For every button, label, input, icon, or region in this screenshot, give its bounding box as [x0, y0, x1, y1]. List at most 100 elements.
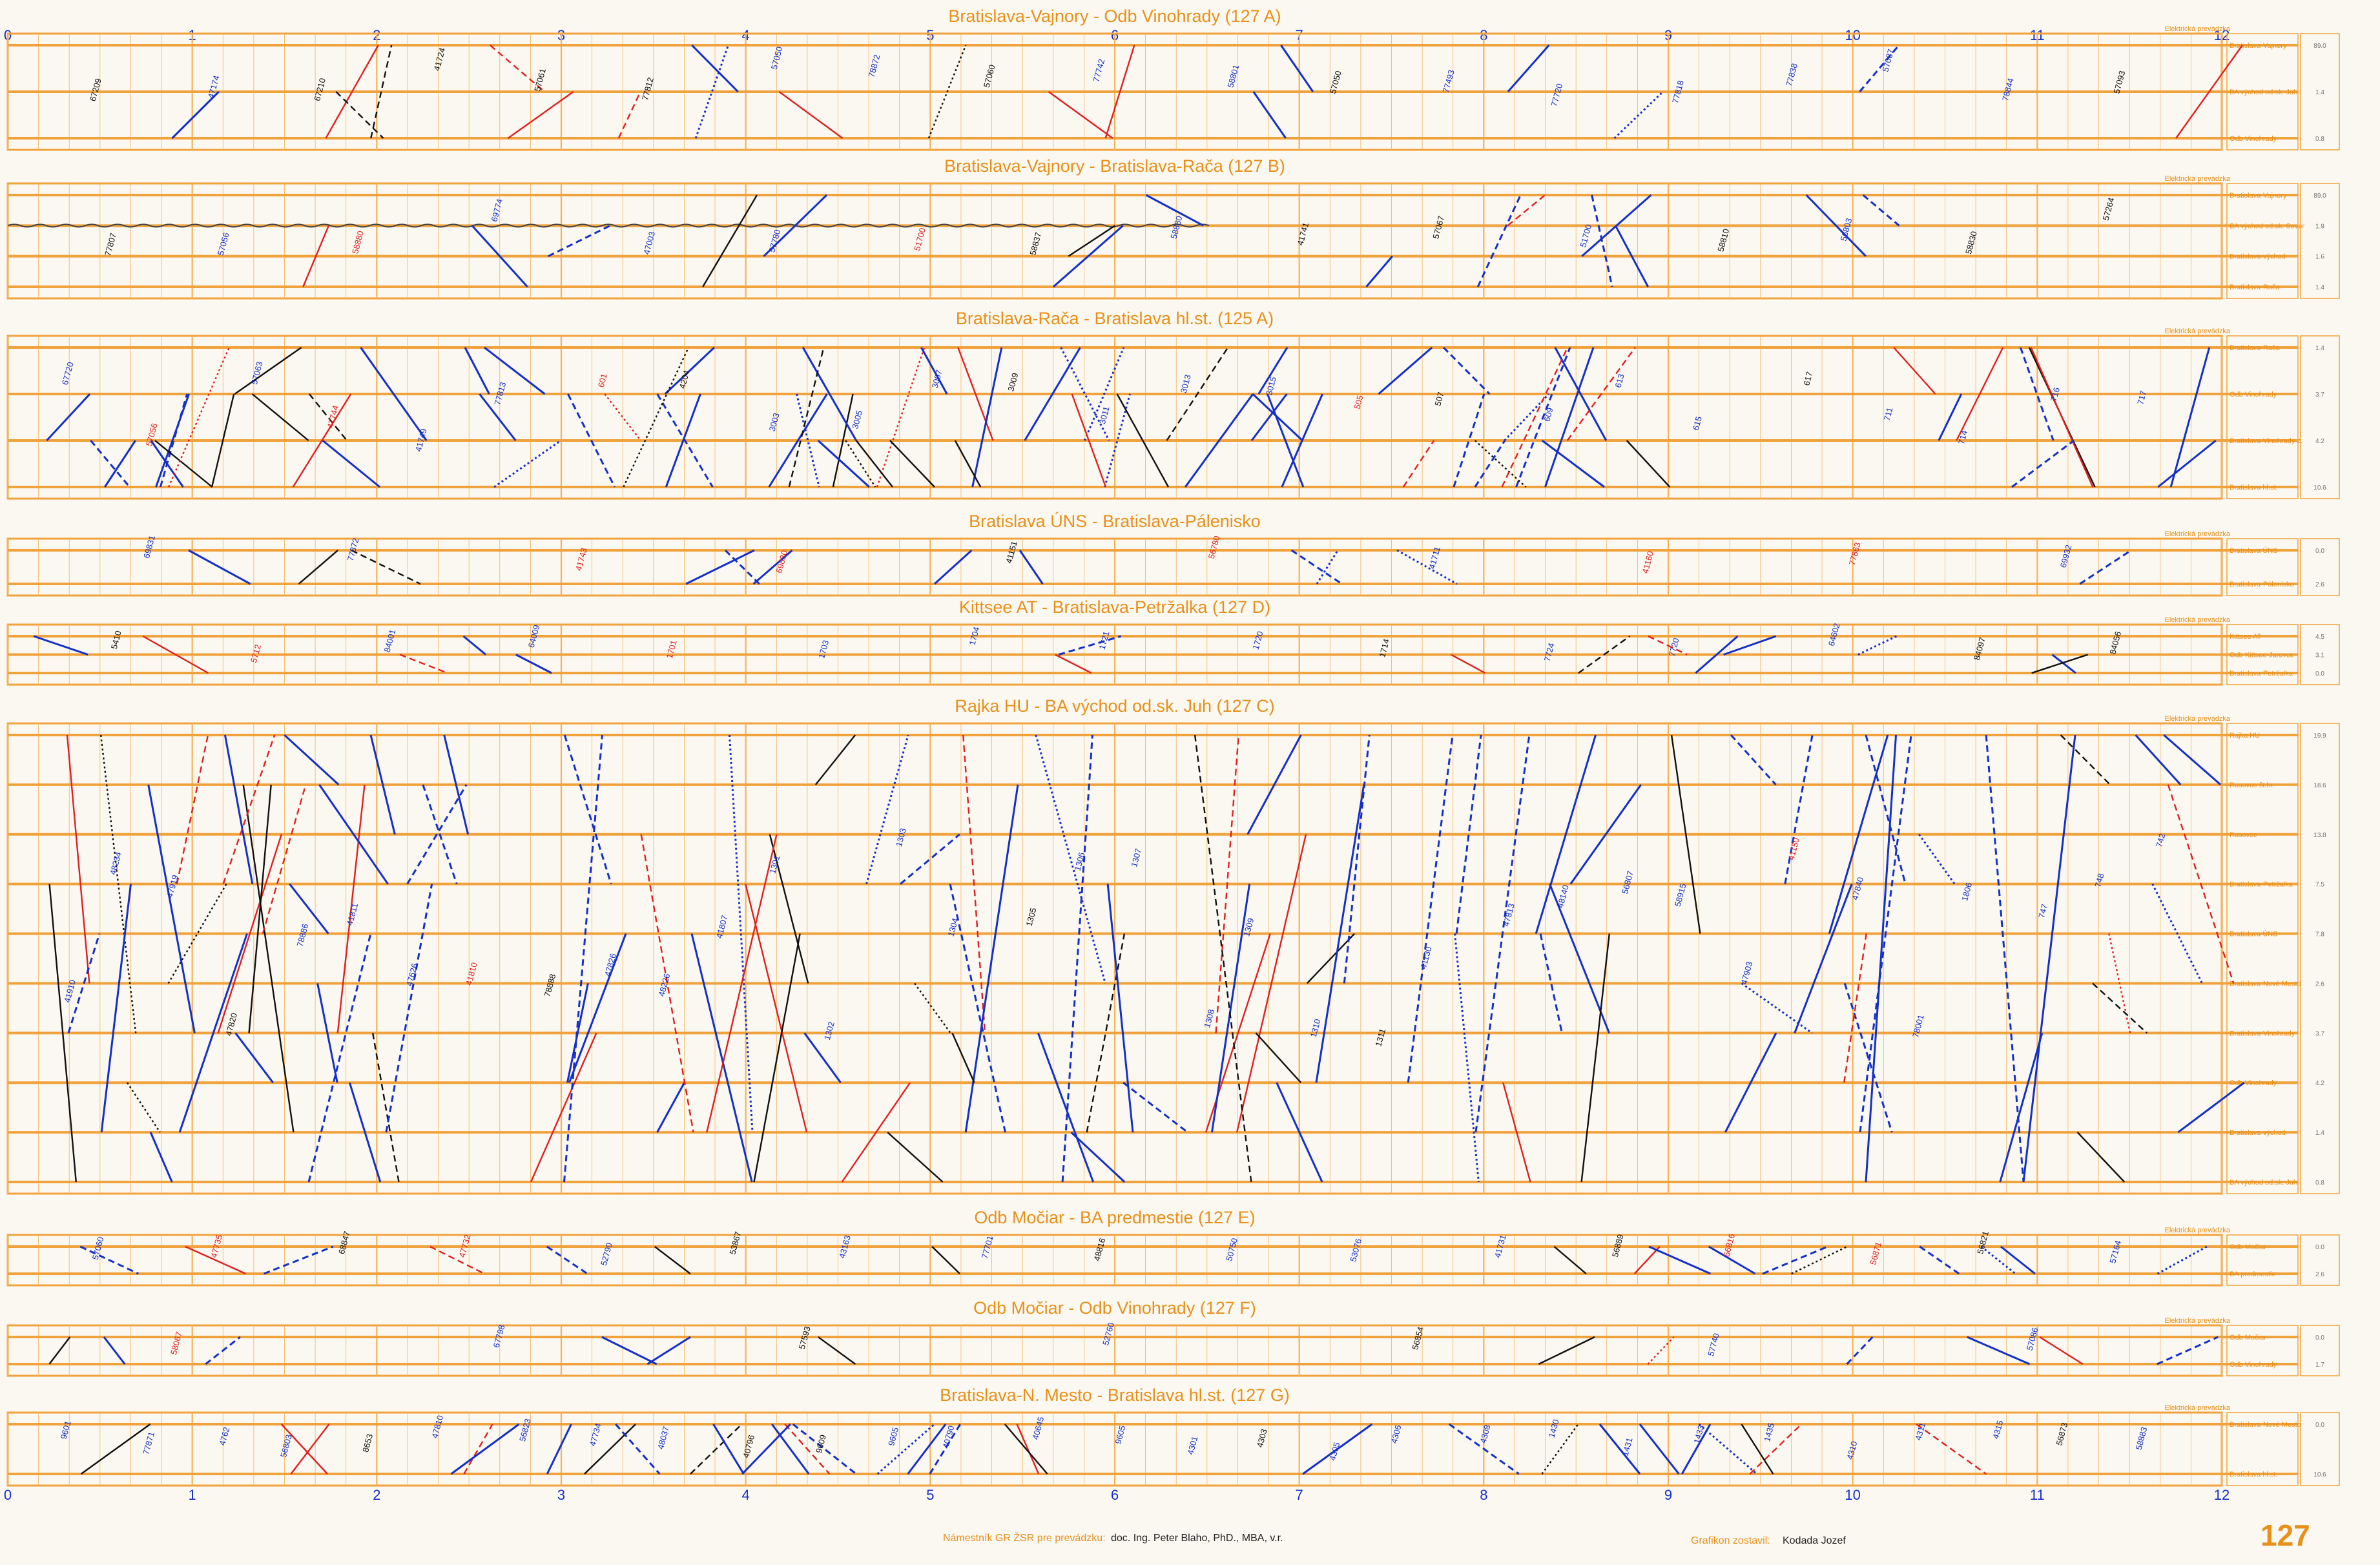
station-name: Rusovce št.hr. — [2230, 782, 2275, 789]
station-km: 1.7 — [2315, 1362, 2324, 1369]
train-path — [1474, 440, 1506, 488]
train-number: 4301 — [1185, 1435, 1199, 1456]
train-number: 58915 — [1673, 882, 1688, 907]
train-path — [1938, 393, 1963, 441]
train-path — [1541, 439, 1605, 488]
electric-label: Elektrická prevádzka — [2165, 175, 2231, 183]
train-path — [2000, 1245, 2036, 1275]
station-name: Bratislava-Nové Mesto — [2230, 1421, 2301, 1429]
electric-label: Elektrická prevádzka — [2165, 327, 2231, 335]
station-name: Odb Vinohrady — [2230, 391, 2277, 399]
train-number: 47174 — [206, 74, 222, 99]
train-path — [1599, 1424, 1641, 1475]
train-number: 50750 — [1224, 1237, 1239, 1262]
train-number: 48037 — [656, 1425, 671, 1451]
train-path — [48, 1336, 71, 1365]
train-path — [1048, 91, 1113, 139]
train-path — [2163, 734, 2222, 786]
train-path — [1648, 1245, 1712, 1275]
train-number: 68847 — [336, 1230, 352, 1256]
train-number: 9605 — [886, 1426, 900, 1447]
station-km: 1.9 — [2315, 223, 2324, 230]
train-path — [126, 1082, 161, 1133]
train-path — [563, 734, 603, 1183]
train-number: 58067 — [169, 1331, 184, 1356]
train-path — [1402, 440, 1435, 488]
station-km: 10.6 — [2313, 1471, 2326, 1478]
train-path — [1055, 654, 1092, 674]
electric-label: Elektrická prevádzka — [2165, 530, 2231, 538]
station-name: Rajka HU — [2230, 732, 2260, 740]
train-diagram: 00112233445566778899101011111212Bratisla… — [4, 6, 2340, 1503]
train-number: 56821 — [1975, 1230, 1991, 1255]
train-path — [1538, 1336, 1595, 1365]
train-path — [1106, 884, 1134, 1133]
station-name: Bratislava-Vajnory — [2230, 192, 2287, 200]
electric-label: Elektrická prevádzka — [2165, 1404, 2231, 1412]
station-km: 19.9 — [2313, 732, 2326, 740]
train-number: 57164 — [2107, 1239, 2123, 1265]
panel-title: Bratislava-Vajnory - Odb Vinohrady (127 … — [948, 6, 1281, 26]
train-path — [1252, 91, 1287, 139]
train-number: 1307 — [1129, 847, 1143, 868]
train-number: 58837 — [1028, 231, 1043, 256]
train-path — [951, 1032, 975, 1083]
train-path — [971, 347, 1003, 488]
train-path — [1280, 45, 1314, 92]
train-number: 41160 — [1640, 550, 1656, 575]
train-number: 41724 — [432, 47, 448, 72]
hour-label-bottom: 4 — [742, 1487, 750, 1503]
station-name: Odb Močiar — [2230, 1334, 2266, 1342]
panel: Odb Močiar - BA predmestie (127 E) Elektr… — [6, 1208, 2340, 1287]
electric-label: Elektrická prevádzka — [2165, 25, 2231, 33]
train-number: 717 — [2135, 389, 2148, 406]
author-label: Grafikon zostavil: — [1691, 1535, 1770, 1546]
station-km: 10.6 — [2313, 484, 2326, 492]
panel: Kittsee AT - Bratislava-Petržalka (127 D… — [6, 597, 2340, 686]
train-path — [803, 1032, 842, 1084]
train-number: 57063 — [249, 360, 265, 386]
train-path — [463, 1424, 493, 1475]
train-path — [914, 982, 951, 1034]
station-km: 0.8 — [2315, 136, 2324, 143]
train-path — [307, 933, 372, 1183]
hour-label-bottom: 8 — [1480, 1487, 1487, 1503]
train-path — [934, 549, 973, 585]
train-path — [712, 1424, 745, 1475]
train-number: 601 — [596, 373, 609, 389]
train-number: 57050 — [769, 45, 785, 70]
train-path — [2092, 982, 2148, 1034]
train-number: 58810 — [1715, 227, 1731, 253]
train-path — [2157, 439, 2217, 488]
train-path — [188, 549, 251, 585]
km-box — [2300, 335, 2340, 499]
hour-label-bottom: 12 — [2214, 1487, 2230, 1503]
train-number: 1431 — [1620, 1436, 1635, 1457]
station-km: 2.6 — [2315, 581, 2324, 588]
train-path — [168, 347, 230, 488]
panel: Bratislava-N. Mesto - Bratislava hl.st. … — [6, 1385, 2340, 1487]
hour-label-bottom: 6 — [1111, 1487, 1119, 1503]
train-number: 4308 — [1478, 1424, 1493, 1444]
train-path — [450, 1423, 520, 1475]
train-path — [1857, 635, 1898, 656]
hour-label-bottom: 5 — [926, 1487, 934, 1503]
station-box — [2226, 723, 2299, 1194]
train-path — [1378, 346, 1433, 395]
train-path — [515, 654, 552, 674]
panel: Odb Močiar - Odb Vinohrady (127 F) Elektr… — [6, 1298, 2340, 1377]
train-path — [1058, 635, 1122, 656]
train-path — [1343, 734, 1371, 984]
train-number: 69932 — [2058, 544, 2074, 569]
hour-label-bottom: 0 — [4, 1487, 12, 1503]
train-path — [234, 1032, 274, 1084]
station-km: 89.0 — [2313, 192, 2326, 200]
train-number: 67210 — [312, 77, 327, 102]
station-km: 3.7 — [2315, 1030, 2324, 1037]
hour-label-bottom: 3 — [557, 1487, 565, 1503]
station-box — [2226, 183, 2299, 299]
train-path — [46, 393, 91, 442]
train-number: 5712 — [249, 643, 263, 664]
train-path — [1762, 1245, 1828, 1275]
train-path — [242, 784, 295, 1133]
